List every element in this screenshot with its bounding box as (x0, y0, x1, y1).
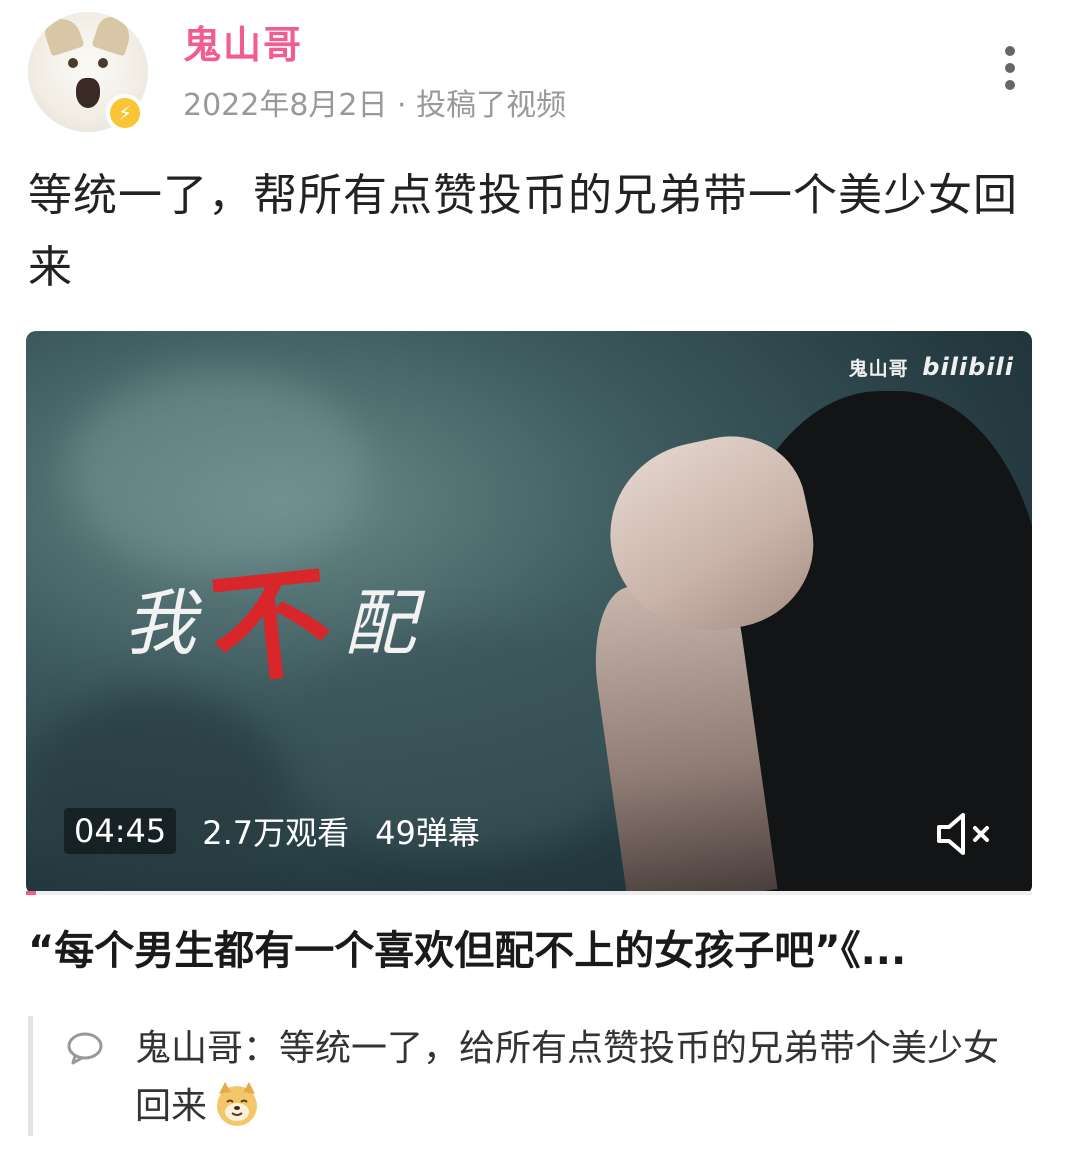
cat-eye-left (68, 58, 78, 68)
cat-ear-right (91, 13, 135, 57)
comment-bubble-icon (65, 1030, 105, 1070)
bilibili-watermark: 鬼山哥 bilibili (849, 353, 1014, 381)
watermark-name: 鬼山哥 (848, 358, 909, 380)
volume-muted-icon[interactable] (931, 809, 1001, 859)
danmaku-count: 49弹幕 (375, 814, 480, 852)
cat-eye-right (98, 58, 108, 68)
title-art-char: 我 (124, 580, 197, 665)
cat-mouth (76, 78, 100, 108)
quoted-comment[interactable]: 鬼山哥：等统一了，给所有点赞投币的兄弟带个美少女回来 (28, 1016, 1038, 1136)
comment-text-block: 鬼山哥：等统一了，给所有点赞投币的兄弟带个美少女回来 (135, 1020, 1035, 1136)
lightning-icon: ⚡ (106, 94, 144, 132)
video-title-art: 我 不 配 (124, 546, 417, 703)
view-count: 2.7万观看 (202, 814, 350, 852)
comment-author[interactable]: 鬼山哥： (135, 1028, 279, 1069)
video-progress-bar[interactable] (26, 891, 1032, 895)
cat-ear-left (41, 13, 85, 57)
watermark-brand: bilibili (922, 353, 1014, 381)
title-art-char: 配 (344, 580, 417, 665)
doge-emoji-icon (213, 1080, 261, 1128)
background-foliage (26, 691, 286, 891)
video-duration: 04:45 (64, 808, 177, 854)
video-progress-fill (26, 891, 37, 895)
more-vertical-icon[interactable] (1000, 46, 1020, 90)
post-text: 等统一了，帮所有点赞投币的兄弟带一个美少女回来 (28, 170, 1018, 293)
username[interactable]: 鬼山哥 (183, 14, 303, 69)
video-player[interactable]: 鬼山哥 bilibili 我 不 配 04:45 2.7万观看 49弹幕 (26, 331, 1032, 895)
title-art-char: 不 (204, 550, 339, 703)
post-meta: 2022年8月2日 · 投稿了视频 (183, 88, 567, 123)
video-title[interactable]: “每个男生都有一个喜欢但配不上的女孩子吧”《... (28, 918, 1038, 976)
video-stats: 04:45 2.7万观看 49弹幕 (64, 801, 480, 861)
